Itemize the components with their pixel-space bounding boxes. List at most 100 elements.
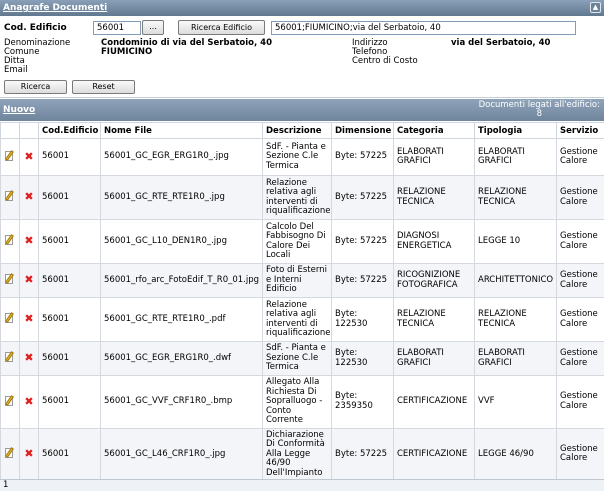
- delete-cell[interactable]: ✖: [19, 175, 39, 220]
- table-row: ✖ 56001 56001_GC_L46_CRF1R0_.jpg Dichiarazi…: [0, 427, 604, 481]
- table-header-row: Cod.Edificio Nome File Descrizione Dimen…: [0, 122, 604, 139]
- edit-icon[interactable]: [5, 149, 15, 161]
- cell-servizio: Gestione Calore: [556, 175, 604, 220]
- table-row: ✖ 56001 56001_rfo_arc_FotoEdif_T_R0_01.jpg…: [0, 263, 604, 298]
- edit-icon[interactable]: [5, 234, 15, 246]
- lookup-button[interactable]: ...: [142, 20, 164, 35]
- pager: 1: [0, 479, 604, 491]
- header-descrizione[interactable]: Descrizione: [262, 122, 332, 139]
- selected-building-field[interactable]: 56001;FIUMICINO;via del Serbatoio, 40: [271, 21, 576, 35]
- documents-toolbar: Nuovo Documenti legati all'edificio: 8: [0, 99, 604, 121]
- cell-nome-file: 56001_GC_L46_CRF1R0_.jpg: [100, 427, 263, 481]
- cell-nome-file: 56001_GC_RTE_RTE1R0_.pdf: [100, 297, 263, 342]
- cell-nome-file: 56001_GC_EGR_ERG1R0_.jpg: [100, 138, 263, 176]
- nuovo-link[interactable]: Nuovo: [3, 105, 35, 115]
- edit-cell[interactable]: [0, 375, 20, 429]
- delete-cell[interactable]: ✖: [19, 427, 39, 481]
- delete-cell[interactable]: ✖: [19, 138, 39, 176]
- edit-cell[interactable]: [0, 297, 20, 342]
- cell-descrizione: Relazione relativa agli interventi di ri…: [262, 175, 332, 220]
- header-edit: [0, 122, 20, 139]
- header-cod-edificio[interactable]: Cod.Edificio: [38, 122, 101, 139]
- header-dimensione[interactable]: Dimensione: [331, 122, 394, 139]
- cell-categoria: RELAZIONE TECNICA: [393, 297, 475, 342]
- delete-cell[interactable]: ✖: [19, 375, 39, 429]
- cell-descrizione: SdF. - Pianta e Sezione C.le Termica: [262, 138, 332, 176]
- cell-dimensione: Byte: 2359350: [331, 375, 394, 429]
- documents-table: Cod.Edificio Nome File Descrizione Dimen…: [0, 122, 604, 481]
- chevron-up-icon[interactable]: ▲: [590, 2, 601, 13]
- cell-dimensione: Byte: 57225: [331, 175, 394, 220]
- cell-servizio: Gestione Calore: [556, 138, 604, 176]
- edit-cell[interactable]: [0, 175, 20, 220]
- table-row: ✖ 56001 56001_GC_RTE_RTE1R0_.jpg Relazione …: [0, 175, 604, 220]
- cell-servizio: Gestione Calore: [556, 375, 604, 429]
- cell-servizio: Gestione Calore: [556, 297, 604, 342]
- email-label: Email: [4, 65, 28, 75]
- delete-icon[interactable]: ✖: [24, 396, 33, 407]
- header-servizio[interactable]: Servizio: [556, 122, 604, 139]
- edit-icon[interactable]: [5, 190, 15, 202]
- page-number[interactable]: 1: [3, 480, 8, 490]
- delete-icon[interactable]: ✖: [24, 313, 33, 324]
- edit-icon[interactable]: [5, 273, 15, 285]
- delete-icon[interactable]: ✖: [24, 235, 33, 246]
- delete-icon[interactable]: ✖: [24, 274, 33, 285]
- header-tipologia[interactable]: Tipologia: [474, 122, 557, 139]
- cell-tipologia: ELABORATI GRAFICI: [474, 341, 557, 376]
- panel-title[interactable]: Anagrafe Documenti: [3, 3, 107, 13]
- cell-categoria: CERTIFICAZIONE: [393, 375, 475, 429]
- delete-cell[interactable]: ✖: [19, 341, 39, 376]
- edit-cell[interactable]: [0, 219, 20, 264]
- reset-button[interactable]: Reset: [72, 80, 135, 94]
- cell-nome-file: 56001_GC_L10_DEN1R0_.jpg: [100, 219, 263, 264]
- cell-tipologia: LEGGE 46/90: [474, 427, 557, 481]
- delete-cell[interactable]: ✖: [19, 297, 39, 342]
- delete-icon[interactable]: ✖: [24, 151, 33, 162]
- cell-dimensione: Byte: 57225: [331, 219, 394, 264]
- cell-servizio: Gestione Calore: [556, 427, 604, 481]
- cell-descrizione: Foto di Esterni e Interni Edificio: [262, 263, 332, 298]
- edit-icon[interactable]: [5, 394, 15, 406]
- cell-categoria: RICOGNIZIONE FOTOGRAFICA: [393, 263, 475, 298]
- delete-icon[interactable]: ✖: [24, 191, 33, 202]
- cell-tipologia: RELAZIONE TECNICA: [474, 297, 557, 342]
- cell-cod-edificio: 56001: [38, 219, 101, 264]
- cell-descrizione: Calcolo Del Fabbisogno Di Calore Dei Loc…: [262, 219, 332, 264]
- panel-title-bar: Anagrafe Documenti ▲: [0, 0, 604, 16]
- edit-icon[interactable]: [5, 447, 15, 458]
- edit-cell[interactable]: [0, 138, 20, 176]
- cell-servizio: Gestione Calore: [556, 219, 604, 264]
- cell-cod-edificio: 56001: [38, 263, 101, 298]
- delete-cell[interactable]: ✖: [19, 263, 39, 298]
- cell-nome-file: 56001_rfo_arc_FotoEdif_T_R0_01.jpg: [100, 263, 263, 298]
- cell-cod-edificio: 56001: [38, 375, 101, 429]
- cell-dimensione: Byte: 57225: [331, 427, 394, 481]
- delete-icon[interactable]: ✖: [24, 448, 33, 459]
- header-nome-file[interactable]: Nome File: [100, 122, 263, 139]
- centro-costo-label: Centro di Costo: [352, 56, 418, 66]
- table-row: ✖ 56001 56001_GC_EGR_ERG1R0_.jpg SdF. - Pia…: [0, 138, 604, 176]
- cell-tipologia: ELABORATI GRAFICI: [474, 138, 557, 176]
- cell-categoria: ELABORATI GRAFICI: [393, 341, 475, 376]
- cell-categoria: CERTIFICAZIONE: [393, 427, 475, 481]
- cell-tipologia: ARCHITETTONICO: [474, 263, 557, 298]
- cell-dimensione: Byte: 57225: [331, 263, 394, 298]
- cell-categoria: ELABORATI GRAFICI: [393, 138, 475, 176]
- delete-cell[interactable]: ✖: [19, 219, 39, 264]
- delete-icon[interactable]: ✖: [24, 352, 33, 363]
- edit-cell[interactable]: [0, 341, 20, 376]
- cell-dimensione: Byte: 57225: [331, 138, 394, 176]
- cell-cod-edificio: 56001: [38, 341, 101, 376]
- cell-categoria: RELAZIONE TECNICA: [393, 175, 475, 220]
- edit-icon[interactable]: [5, 351, 15, 363]
- edit-icon[interactable]: [5, 312, 15, 324]
- ricerca-button[interactable]: Ricerca: [4, 80, 67, 94]
- cod-edificio-input[interactable]: 56001: [93, 21, 141, 35]
- edit-cell[interactable]: [0, 263, 20, 298]
- header-categoria[interactable]: Categoria: [393, 122, 475, 139]
- cell-tipologia: VVF: [474, 375, 557, 429]
- ricerca-edificio-button[interactable]: Ricerca Edificio: [178, 20, 265, 35]
- edit-cell[interactable]: [0, 427, 20, 481]
- header-delete: [19, 122, 39, 139]
